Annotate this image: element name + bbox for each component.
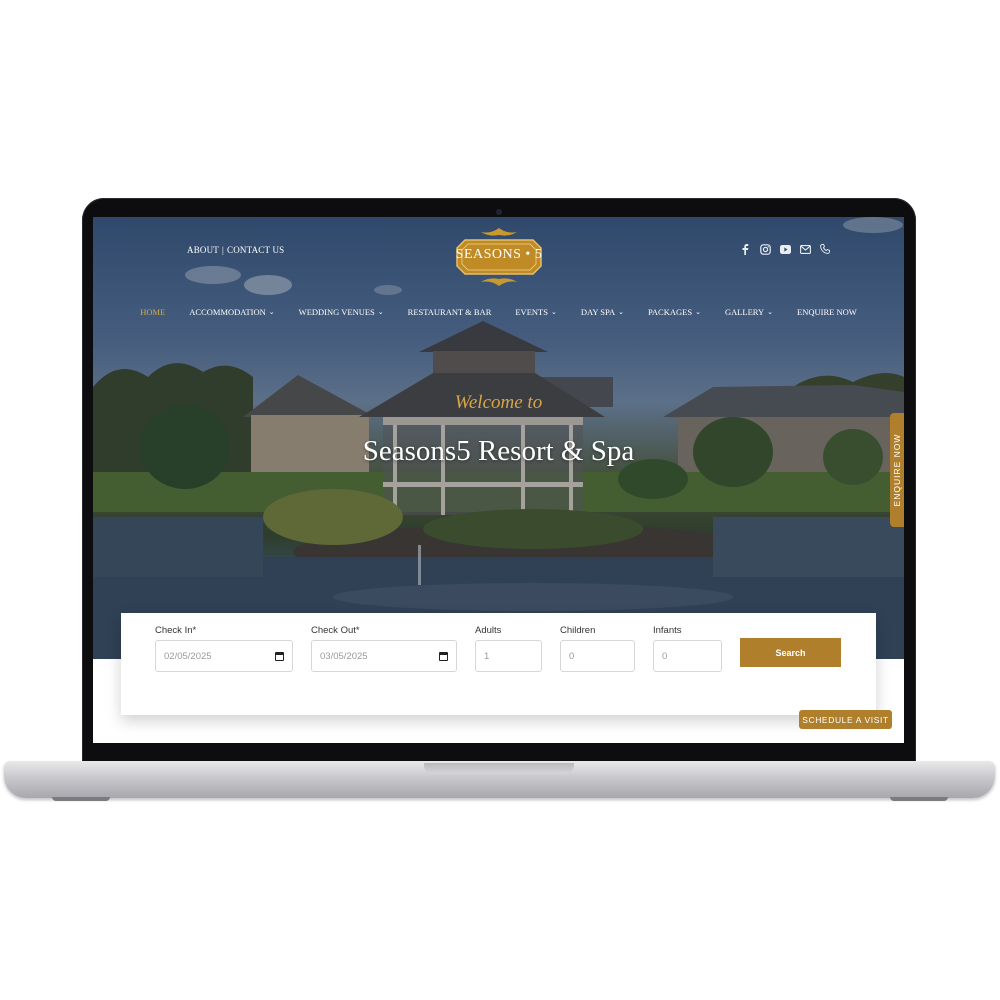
nav-wedding-venues[interactable]: WEDDING VENUES ⌄ bbox=[299, 307, 384, 317]
search-button[interactable]: Search bbox=[740, 638, 841, 667]
check-out-input[interactable]: 03/05/2025 bbox=[311, 640, 457, 672]
nav-gallery[interactable]: GALLERY ⌄ bbox=[725, 307, 773, 317]
laptop-foot-right bbox=[890, 797, 948, 801]
nav-label: ACCOMMODATION bbox=[189, 307, 266, 317]
infants-label: Infants bbox=[653, 625, 682, 636]
nav-accommodation[interactable]: ACCOMMODATION ⌄ bbox=[189, 307, 274, 317]
booking-form: Check In* 02/05/2025 Check Out* 03/05/20… bbox=[121, 613, 876, 715]
adults-input[interactable]: 1 bbox=[475, 640, 542, 672]
chevron-down-icon: ⌄ bbox=[767, 307, 774, 316]
check-out-value: 03/05/2025 bbox=[320, 650, 368, 662]
nav-packages[interactable]: PACKAGES ⌄ bbox=[648, 307, 701, 317]
infants-input[interactable]: 0 bbox=[653, 640, 722, 672]
adults-field: Adults 1 bbox=[475, 625, 542, 672]
chevron-down-icon: ⌄ bbox=[695, 307, 701, 316]
phone-icon[interactable] bbox=[819, 243, 831, 255]
youtube-icon[interactable] bbox=[779, 243, 791, 255]
chevron-down-icon: ⌄ bbox=[618, 307, 624, 316]
top-links-separator: | bbox=[222, 245, 225, 255]
check-in-field: Check In* 02/05/2025 bbox=[155, 625, 293, 672]
calendar-icon[interactable] bbox=[275, 651, 284, 661]
enquire-now-side-tab-label: ENQUIRE NOW bbox=[892, 433, 902, 507]
hero-title: Seasons5 Resort & Spa bbox=[362, 435, 635, 467]
nav-label: WEDDING VENUES bbox=[298, 307, 375, 317]
check-out-label: Check Out* bbox=[311, 625, 360, 636]
logo-text: SEASONS • 5 bbox=[455, 247, 543, 262]
nav-label: GALLERY bbox=[724, 307, 765, 317]
hero-welcome-text: Welcome to bbox=[454, 392, 543, 413]
children-value: 0 bbox=[569, 650, 575, 662]
check-in-label: Check In* bbox=[155, 625, 197, 636]
adults-value: 1 bbox=[484, 650, 490, 662]
nav-label: HOME bbox=[140, 307, 166, 317]
nav-label: EVENTS bbox=[515, 307, 548, 317]
schedule-a-visit-button[interactable]: SCHEDULE A VISIT bbox=[799, 710, 892, 729]
chevron-down-icon: ⌄ bbox=[550, 307, 557, 316]
about-link[interactable]: ABOUT bbox=[187, 245, 219, 255]
top-links: ABOUT | CONTACT US bbox=[187, 245, 284, 255]
check-in-value: 02/05/2025 bbox=[164, 650, 212, 662]
nav-label: RESTAURANT & BAR bbox=[407, 307, 492, 317]
children-label: Children bbox=[560, 625, 596, 636]
laptop-notch bbox=[424, 763, 574, 774]
nav-label: PACKAGES bbox=[647, 307, 693, 317]
nav-label: ENQUIRE NOW bbox=[797, 307, 857, 317]
nav-restaurant-bar[interactable]: RESTAURANT & BAR bbox=[408, 307, 492, 317]
webcam-icon bbox=[496, 209, 502, 215]
calendar-icon[interactable] bbox=[439, 651, 448, 661]
main-nav: HOME ACCOMMODATION ⌄ WEDDING VENUES ⌄ REST… bbox=[93, 307, 904, 317]
chevron-down-icon: ⌄ bbox=[377, 307, 384, 316]
nav-events[interactable]: EVENTS ⌄ bbox=[515, 307, 556, 317]
chevron-down-icon: ⌄ bbox=[268, 307, 275, 316]
browser-viewport: ABOUT | CONTACT US SEASONS • 5 HOME ACCO… bbox=[93, 217, 904, 743]
infants-field: Infants 0 bbox=[653, 625, 722, 672]
laptop-foot-left bbox=[52, 797, 110, 801]
infants-value: 0 bbox=[662, 650, 668, 662]
nav-enquire-now[interactable]: ENQUIRE NOW bbox=[797, 307, 857, 317]
hero-section: ABOUT | CONTACT US SEASONS • 5 HOME ACCO… bbox=[93, 217, 904, 659]
facebook-icon[interactable] bbox=[739, 243, 751, 255]
children-field: Children 0 bbox=[560, 625, 635, 672]
contact-us-link[interactable]: CONTACT US bbox=[227, 245, 284, 255]
adults-label: Adults bbox=[475, 625, 502, 636]
enquire-now-side-tab[interactable]: ENQUIRE NOW bbox=[890, 413, 904, 527]
nav-home[interactable]: HOME bbox=[140, 307, 165, 317]
instagram-icon[interactable] bbox=[759, 243, 771, 255]
nav-label: DAY SPA bbox=[580, 307, 616, 317]
nav-day-spa[interactable]: DAY SPA ⌄ bbox=[581, 307, 624, 317]
check-out-field: Check Out* 03/05/2025 bbox=[311, 625, 457, 672]
email-icon[interactable] bbox=[799, 243, 811, 255]
check-in-input[interactable]: 02/05/2025 bbox=[155, 640, 293, 672]
children-input[interactable]: 0 bbox=[560, 640, 635, 672]
social-icons bbox=[739, 243, 831, 255]
